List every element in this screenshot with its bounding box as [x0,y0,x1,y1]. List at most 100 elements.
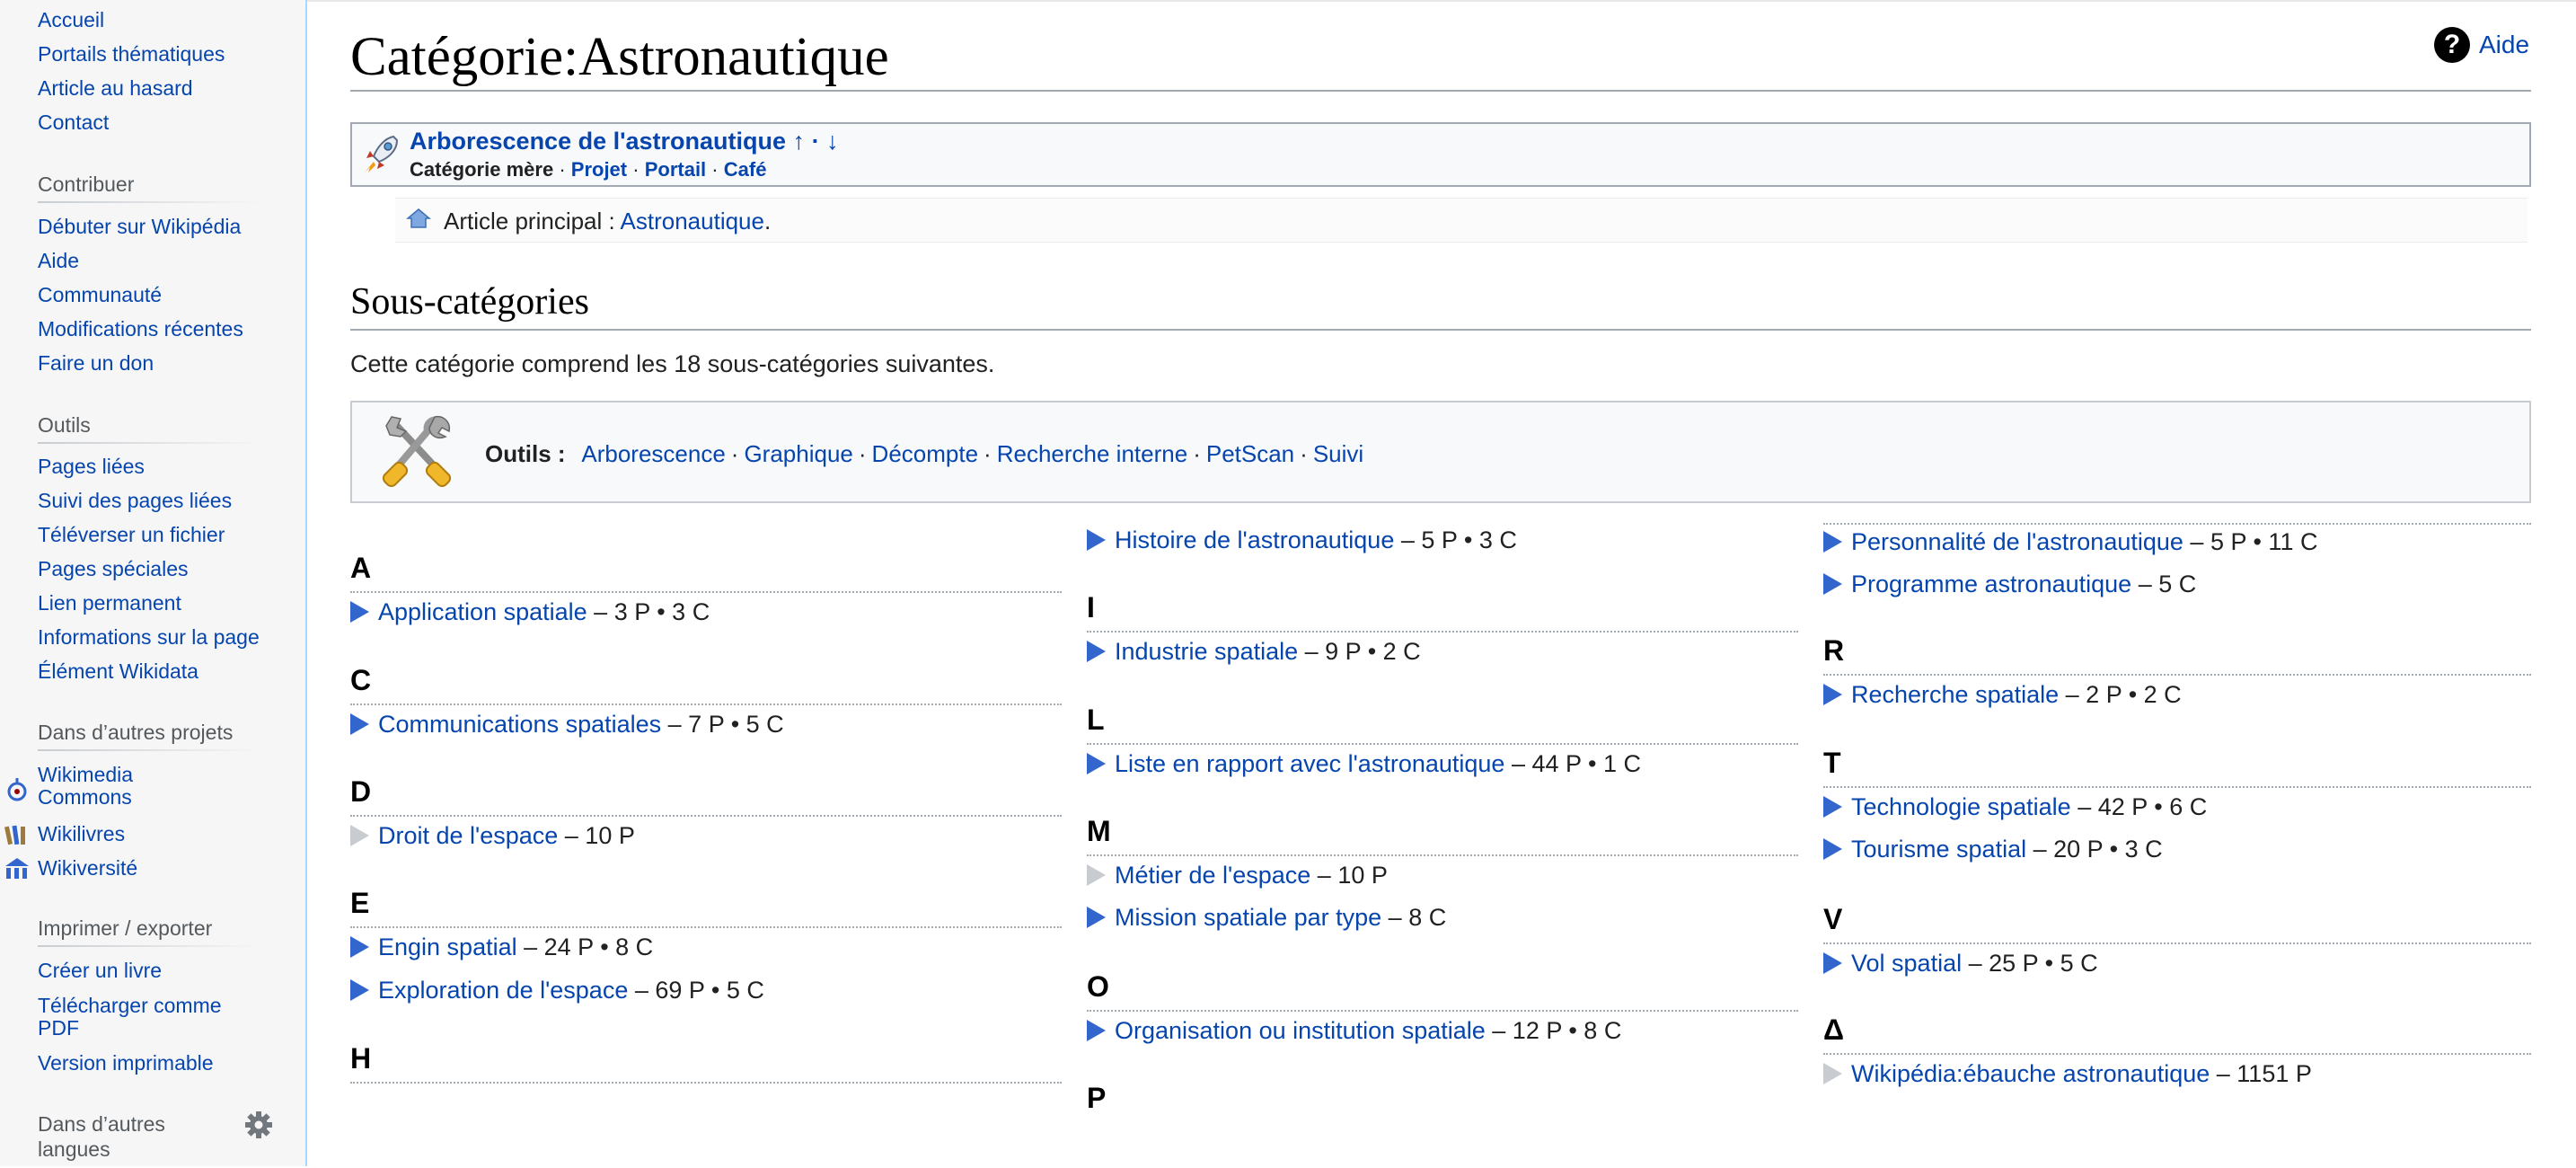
contribute-divider [38,201,262,203]
expand-triangle-icon[interactable] [1823,683,1842,705]
subcategory-entry: Wikipédia:ébauche astronautique – 1151 P [1823,1060,2312,1088]
nav-telecharger-pdf-line2[interactable]: PDF [38,1016,79,1040]
subcategory-count: – 7 P • 5 C [667,711,784,738]
main-article-link[interactable]: Astronautique [621,208,764,234]
expand-triangle-icon[interactable] [1087,528,1106,551]
subcategory-link[interactable]: Technologie spatiale [1851,793,2071,820]
subcategory-link[interactable]: Recherche spatiale [1851,681,2059,708]
subcategory-link[interactable]: Vol spatial [1851,950,1962,977]
nav-suivi-pages-liees[interactable]: Suivi des pages liées [38,489,232,512]
nav-informations-page[interactable]: Informations sur la page [38,625,260,649]
subcategory-link[interactable]: Communications spatiales [378,711,661,738]
subcategory-count: – 5 P • 3 C [1400,526,1517,553]
subcategory-link[interactable]: Wikipédia:ébauche astronautique [1851,1060,2210,1087]
expand-triangle-icon[interactable] [1087,1019,1106,1041]
nav-pages-liees[interactable]: Pages liées [38,455,145,478]
subcategory-entry: Mission spatiale par type – 8 C [1087,904,1446,932]
subcategory-link[interactable]: Tourisme spatial [1851,836,2026,863]
nav-accueil[interactable]: Accueil [38,8,104,31]
tree-up-link[interactable]: ↑ [793,128,806,155]
tree-title-link[interactable]: Arborescence de l'astronautique [410,128,786,155]
tool-recherche-interne-link[interactable]: Recherche interne [997,440,1187,467]
nav-commons[interactable]: Commons [38,785,132,809]
subcategory-entry: Exploration de l'espace – 69 P • 5 C [350,977,764,1004]
print-heading: Imprimer / exporter [38,916,213,940]
subcategory-entry: Métier de l'espace – 10 P [1087,862,1388,889]
expand-triangle-icon[interactable] [1823,795,1842,818]
expand-triangle-icon[interactable] [1823,951,1842,974]
tools-links: Outils : Arborescence · Graphique · Décompte… [485,440,1363,468]
tool-decompte-link[interactable]: Décompte [872,440,979,467]
expand-triangle-icon[interactable] [1087,906,1106,928]
tools-box: Outils : Arborescence · Graphique · Décompte… [350,401,2531,503]
cafe-link[interactable]: Café [724,158,767,181]
nav-version-imprimable[interactable]: Version imprimable [38,1051,214,1075]
portail-link[interactable]: Portail [645,158,706,181]
subcategory-link[interactable]: Application spatiale [378,598,587,625]
home-icon [406,208,431,228]
subcategory-link[interactable]: Organisation ou institution spatiale [1115,1017,1486,1044]
main-article-text: Article principal : Astronautique. [444,208,771,235]
tool-arborescence-link[interactable]: Arborescence [581,440,725,467]
subcategory-link[interactable]: Engin spatial [378,934,517,960]
help-label[interactable]: Aide [2479,31,2529,59]
tool-suivi-link[interactable]: Suivi [1313,440,1363,467]
subcategories-intro: Cette catégorie comprend les 18 sous-cat… [350,350,995,377]
nav-article-hasard[interactable]: Article au hasard [38,76,193,100]
nav-element-wikidata[interactable]: Élément Wikidata [38,659,198,683]
nav-televerser[interactable]: Téléverser un fichier [38,523,225,546]
expand-triangle-icon[interactable] [1087,640,1106,662]
nav-lien-permanent[interactable]: Lien permanent [38,591,181,615]
empty-triangle-icon [350,824,369,846]
nav-wikiversite[interactable]: Wikiversité [38,856,137,880]
expand-triangle-icon[interactable] [350,712,369,735]
wikimedia-commons-icon [7,778,27,801]
subcategory-link[interactable]: Industrie spatiale [1115,638,1298,665]
letter-divider [1823,942,2531,944]
subcategory-entry: Personnalité de l'astronautique – 5 P • … [1823,528,2317,556]
nav-portails[interactable]: Portails thématiques [38,42,225,66]
expand-triangle-icon[interactable] [1823,837,1842,860]
gear-icon[interactable] [244,1110,273,1139]
expand-triangle-icon[interactable] [1823,572,1842,595]
tree-down-link[interactable]: ↓ [826,128,839,155]
expand-triangle-icon[interactable] [350,935,369,958]
subcategory-count: – 24 P • 8 C [524,934,654,960]
subcategory-link[interactable]: Droit de l'espace [378,822,558,849]
expand-triangle-icon[interactable] [350,978,369,1001]
nav-communaute[interactable]: Communauté [38,283,162,306]
nav-wikilivres[interactable]: Wikilivres [38,822,125,845]
sidebar: Accueil Portails thématiques Article au … [0,0,305,1166]
nav-modifications-recentes[interactable]: Modifications récentes [38,317,243,341]
tools-icon [382,415,452,488]
expand-triangle-icon[interactable] [1823,530,1842,553]
subcategory-count: – 5 C [2138,571,2197,597]
subcategory-link[interactable]: Programme astronautique [1851,571,2131,597]
nav-contact[interactable]: Contact [38,111,109,134]
nav-aide[interactable]: Aide [38,249,79,272]
nav-pages-speciales[interactable]: Pages spéciales [38,557,189,580]
letter-l: L [1087,703,1105,736]
subcategory-entry: Programme astronautique – 5 C [1823,571,2196,598]
subcategory-link[interactable]: Histoire de l'astronautique [1115,526,1394,553]
nav-wikimedia[interactable]: Wikimedia [38,763,133,786]
subcategory-link[interactable]: Exploration de l'espace [378,977,628,1004]
nav-faire-un-don[interactable]: Faire un don [38,351,154,375]
projet-link[interactable]: Projet [571,158,627,181]
subcategory-link[interactable]: Métier de l'espace [1115,862,1310,889]
tool-graphique-link[interactable]: Graphique [744,440,852,467]
subcategory-link[interactable]: Mission spatiale par type [1115,904,1381,931]
nav-creer-livre[interactable]: Créer un livre [38,959,162,982]
tool-petscan-link[interactable]: PetScan [1206,440,1294,467]
letter-divider [1087,631,1798,633]
subcategory-link[interactable]: Liste en rapport avec l'astronautique [1115,750,1504,777]
main-article-label: Article principal : [444,208,615,234]
letter-divider [350,1082,1062,1084]
expand-triangle-icon[interactable] [350,600,369,623]
expand-triangle-icon[interactable] [1087,752,1106,774]
nav-telecharger-pdf[interactable]: Télécharger comme [38,994,222,1017]
nav-debuter[interactable]: Débuter sur Wikipédia [38,215,241,238]
subcategory-link[interactable]: Personnalité de l'astronautique [1851,528,2183,555]
subcategory-entry: Industrie spatiale – 9 P • 2 C [1087,638,1421,666]
letter-c: C [350,664,372,696]
